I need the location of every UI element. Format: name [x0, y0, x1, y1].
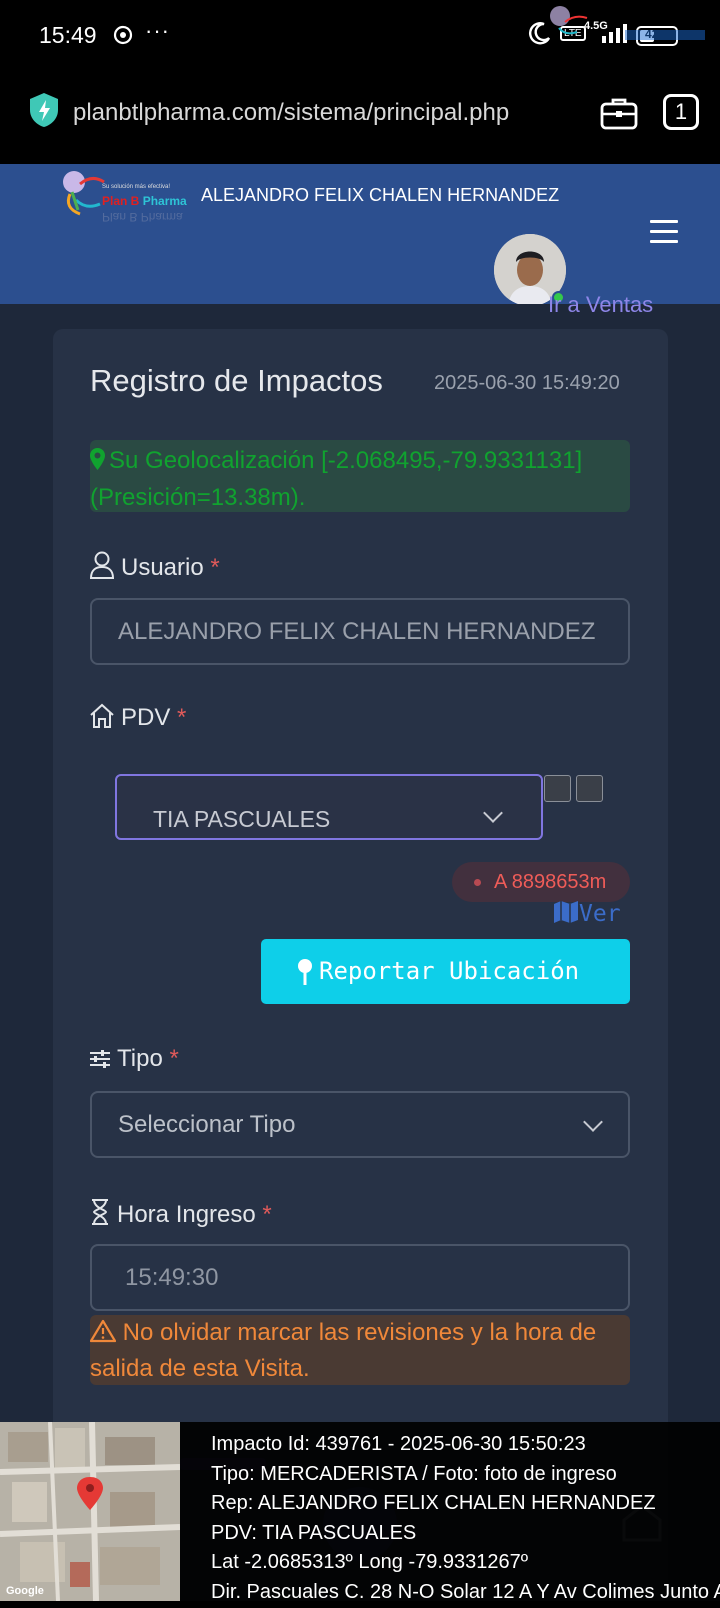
tipo-label: Tipo * [89, 1045, 179, 1073]
geolocation-text: Su Geolocalización [-2.068495,-79.933113… [90, 447, 583, 511]
pdv-option-button-1[interactable] [544, 775, 571, 802]
report-location-button[interactable]: Reportar Ubicación [261, 939, 630, 1004]
impact-coords-line: Lat -2.0685313º Long -79.9331267º [211, 1551, 529, 1574]
usuario-field[interactable]: ALEJANDRO FELIX CHALEN HERNANDEZ [90, 598, 630, 665]
floating-logo-overlay [545, 4, 720, 54]
chevron-down-icon [583, 1112, 603, 1132]
tipo-placeholder: Seleccionar Tipo [118, 1111, 296, 1138]
pdv-selected-value: TIA PASCUALES [153, 806, 331, 832]
app-header: Su solución más efectiva! Plan B Pharma … [0, 164, 720, 306]
usuario-label: Usuario * [89, 551, 220, 582]
hora-ingreso-value: 15:49:30 [125, 1264, 219, 1291]
visit-warning-text: No olvidar marcar las revisiones y la ho… [90, 1319, 597, 1382]
menu-icon[interactable] [650, 220, 678, 250]
status-time: 15:49 [39, 22, 97, 48]
brand-tagline: Su solución más efectiva! [102, 184, 171, 190]
warning-triangle-icon [89, 1319, 117, 1343]
impact-id-line: Impacto Id: 439761 - 2025-06-30 15:50:23 [211, 1433, 586, 1455]
brand-name: Plan B Pharma [102, 194, 187, 208]
sliders-icon [90, 1050, 110, 1068]
location-pin-icon [112, 24, 134, 51]
hourglass-icon [92, 1199, 108, 1225]
shield-bolt-icon[interactable] [28, 92, 60, 133]
distance-badge: A 8898653m [452, 862, 630, 902]
map-thumbnail[interactable]: Google [0, 1422, 180, 1601]
browser-url-bar: planbtlpharma.com/sistema/principal.php … [0, 72, 720, 164]
page-title: Registro de Impactos [90, 363, 383, 398]
impact-rep-line: Rep: ALEJANDRO FELIX CHALEN HERNANDEZ [211, 1492, 656, 1515]
pdv-option-button-2[interactable] [576, 775, 603, 802]
ver-map-link[interactable]: Ver [553, 900, 621, 927]
map-marker-icon [90, 445, 105, 480]
header-user-name: ALEJANDRO FELIX CHALEN HERNANDEZ [201, 185, 560, 205]
user-icon [89, 551, 115, 579]
url-text[interactable]: planbtlpharma.com/sistema/principal.php [73, 99, 509, 127]
usuario-value: ALEJANDRO FELIX CHALEN HERNANDEZ [118, 618, 596, 645]
goto-sales-link[interactable]: Ir a Ventas [548, 292, 653, 318]
more-indicator: ··· [145, 18, 170, 43]
chevron-down-icon [483, 803, 503, 823]
visit-warning-alert: No olvidar marcar las revisiones y la ho… [89, 1315, 630, 1385]
brand-reflection: Plan B Pharma [102, 210, 183, 224]
impact-type-line: Tipo: MERCADERISTA / Foto: foto de ingre… [211, 1462, 617, 1485]
tab-count-button[interactable]: 1 [663, 94, 699, 130]
pdv-label: PDV * [89, 703, 186, 732]
distance-dot [474, 879, 481, 886]
report-location-label: Reportar Ubicación [319, 957, 580, 985]
briefcase-icon[interactable] [600, 96, 638, 135]
status-bar: 15:49 ··· LTE 4.5G 42 [0, 0, 720, 72]
impact-pdv-line: PDV: TIA PASCUALES [211, 1521, 417, 1544]
pin-icon [298, 959, 312, 985]
map-icon [554, 901, 578, 923]
impact-details: Impacto Id: 439761 - 2025-06-30 15:50:23… [211, 1430, 720, 1608]
geolocation-alert: Su Geolocalización [-2.068495,-79.933113… [90, 440, 630, 512]
tipo-select[interactable]: Seleccionar Tipo [90, 1091, 630, 1158]
hora-ingreso-field[interactable]: 15:49:30 [90, 1244, 630, 1311]
brand-logo[interactable]: Su solución más efectiva! Plan B Pharma … [60, 167, 195, 247]
hora-ingreso-label: Hora Ingreso * [89, 1198, 272, 1229]
impact-address-line: Dir. Pascuales C. 28 N-O Solar 12 A Y Av… [211, 1580, 720, 1603]
map-credit: Google [6, 1585, 44, 1597]
current-datetime: 2025-06-30 15:49:20 [434, 372, 620, 394]
pdv-select[interactable]: TIA PASCUALES [115, 774, 543, 840]
home-icon [90, 703, 114, 728]
impact-notification[interactable]: Google Impacto Id: 439761 - 2025-06-30 1… [0, 1422, 720, 1603]
distance-text: A 8898653m [494, 871, 607, 893]
